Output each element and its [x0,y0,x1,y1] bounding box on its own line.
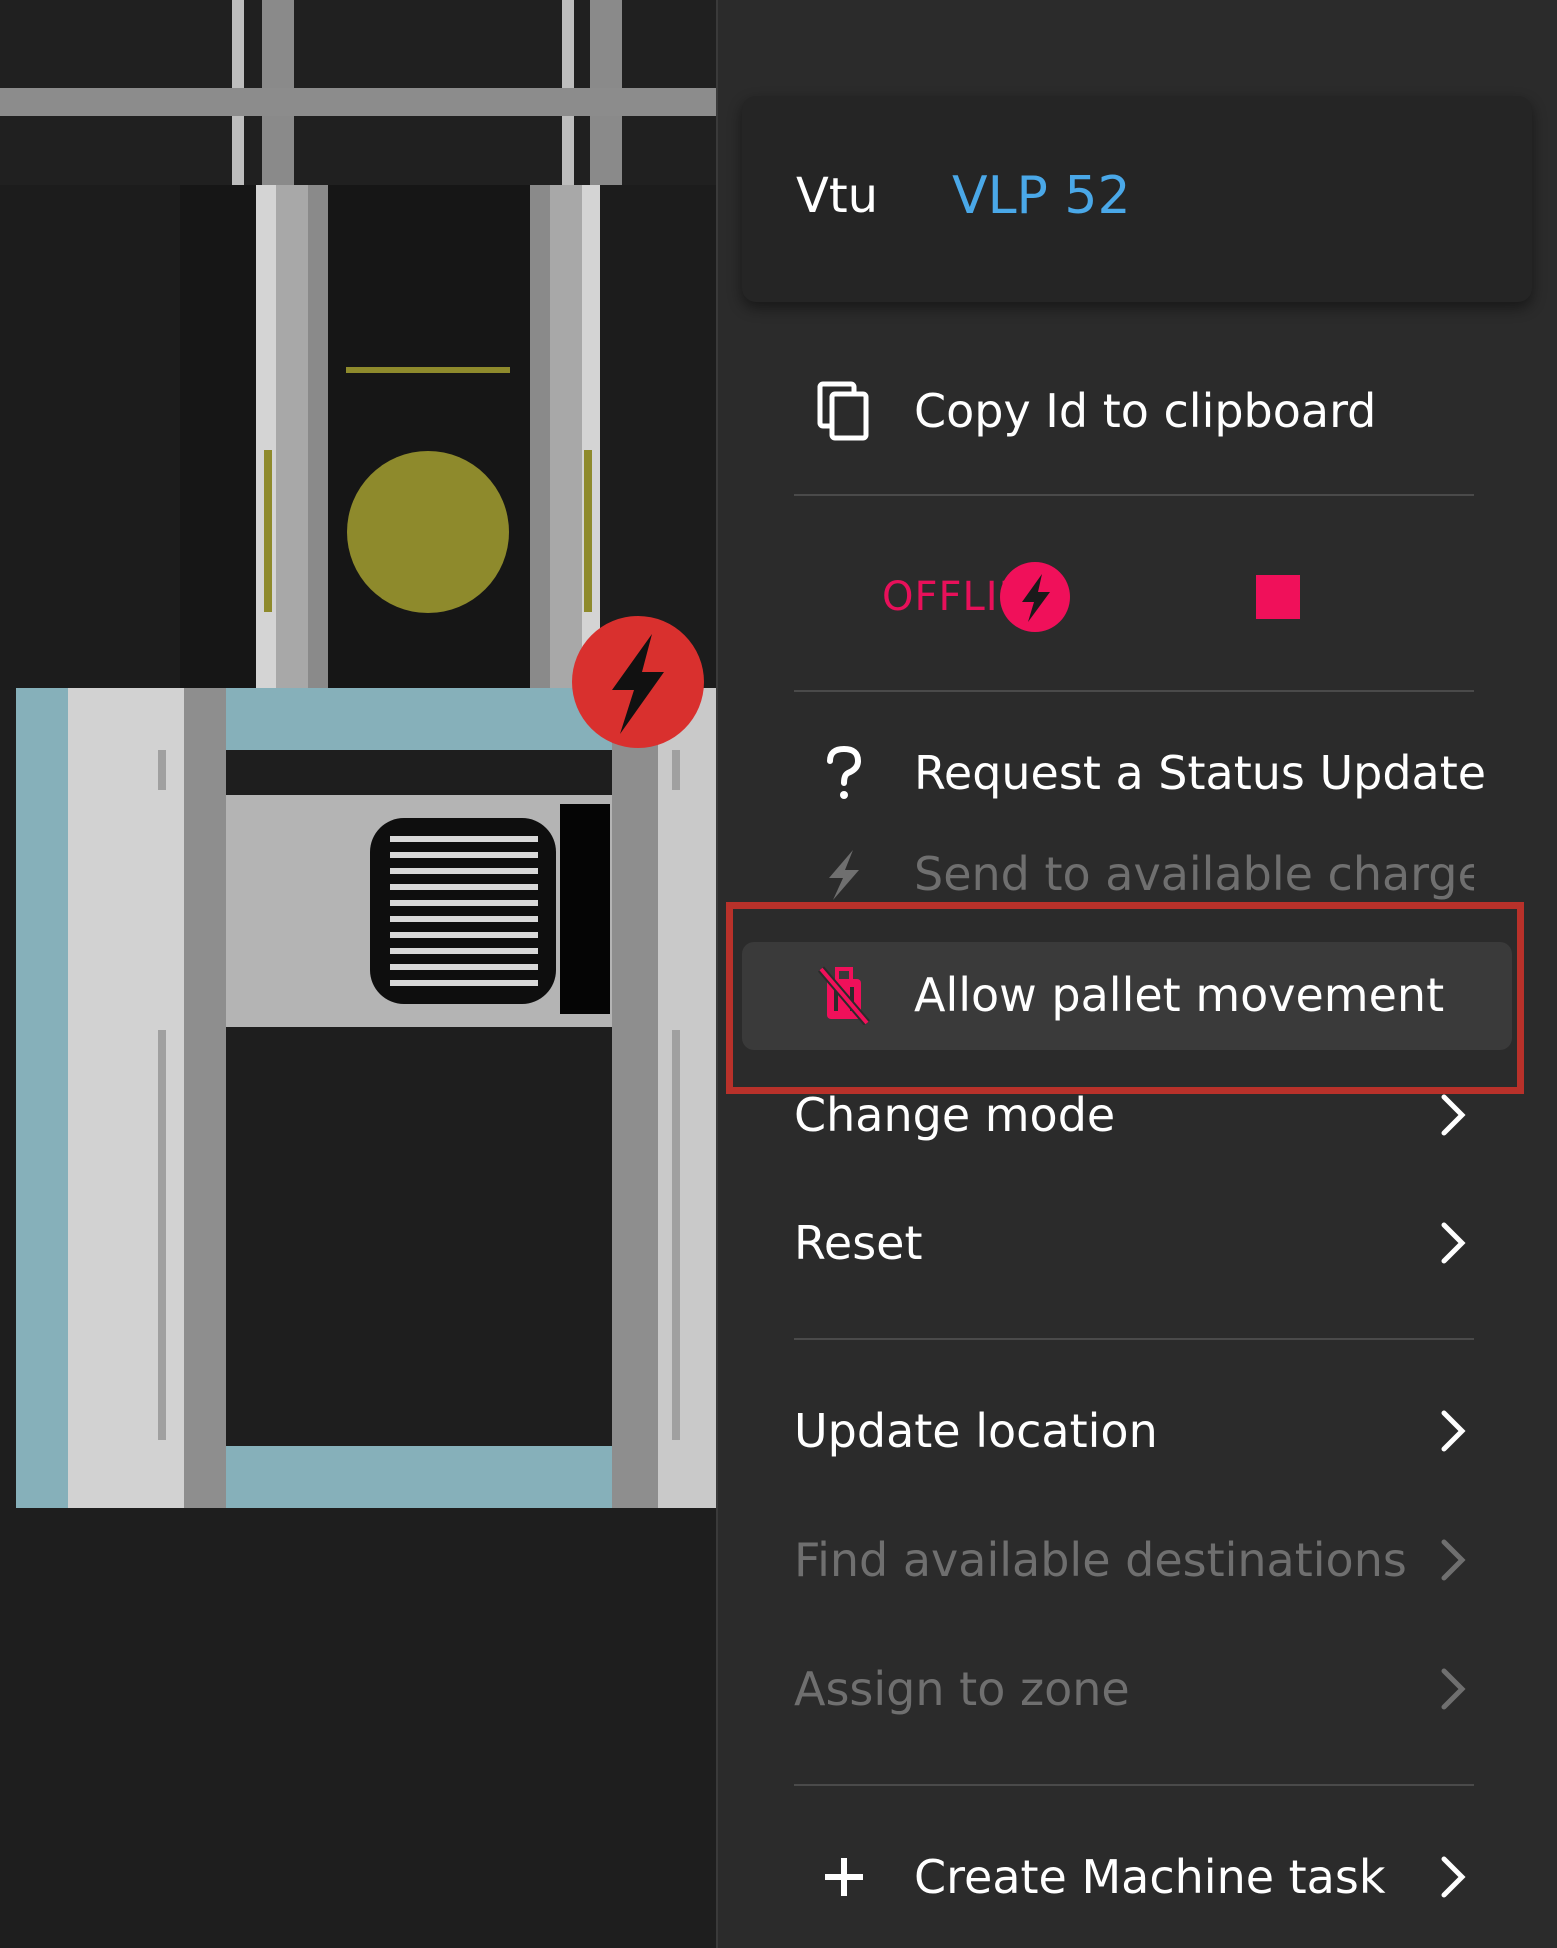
update-location-label: Update location [794,1404,1158,1458]
charging-alert-icon[interactable] [572,616,704,748]
plus-icon [814,1847,874,1907]
divider [794,494,1474,496]
chevron-right-icon [1434,1847,1474,1907]
map-canvas[interactable] [0,0,716,1948]
copy-icon [814,381,874,441]
reset-button[interactable]: Reset [794,1198,1474,1288]
reset-label: Reset [794,1216,923,1270]
marker-line [346,367,510,373]
location-marker[interactable] [347,451,509,613]
highlight-annotation-box [726,902,1524,1094]
change-mode-label: Change mode [794,1088,1116,1142]
divider [794,690,1474,692]
divider [794,1784,1474,1786]
chevron-right-icon [1434,1085,1474,1145]
chevron-right-icon [1434,1401,1474,1461]
find-destinations-label: Find available destinations [794,1533,1407,1587]
stop-icon [1256,575,1300,619]
request-status-button[interactable]: Request a Status Update [794,728,1486,818]
find-destinations-button[interactable]: Find available destinations [794,1515,1474,1605]
status-row: OFFLINE [794,540,1474,650]
request-status-label: Request a Status Update [914,746,1487,800]
update-location-button[interactable]: Update location [794,1386,1474,1476]
assign-zone-button[interactable]: Assign to zone [794,1644,1474,1734]
charging-icon [1000,562,1070,632]
create-task-label: Create Machine task [914,1850,1386,1904]
question-icon [814,743,874,803]
copy-id-button[interactable]: Copy Id to clipboard [794,366,1474,456]
lightning-icon [814,844,874,904]
chevron-right-icon [1434,1659,1474,1719]
warehouse-map [0,0,716,1508]
assign-zone-label: Assign to zone [794,1662,1130,1716]
menu-header: Vtu VLP 52 [742,96,1532,302]
send-to-charger-label: Send to available charger [914,847,1474,901]
vtu-vehicle[interactable] [16,688,716,1508]
send-to-charger-button[interactable]: Send to available charger [794,838,1474,910]
create-task-button[interactable]: Create Machine task [794,1832,1474,1922]
entity-id-label: VLP 52 [952,166,1131,226]
chevron-right-icon [1434,1213,1474,1273]
divider [794,1338,1474,1340]
copy-id-label: Copy Id to clipboard [914,384,1377,438]
entity-type-label: Vtu [796,168,879,224]
chevron-right-icon [1434,1530,1474,1590]
